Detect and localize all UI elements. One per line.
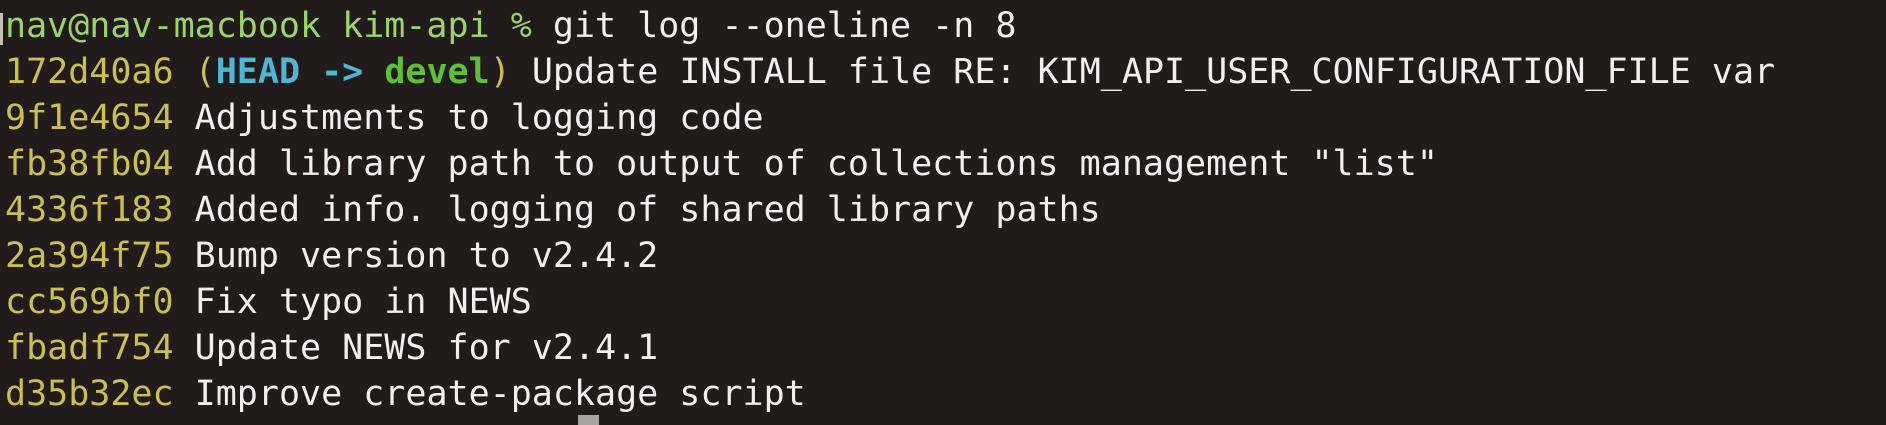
commit-message: Update INSTALL file RE: KIM_API_USER_CON… bbox=[531, 52, 1776, 92]
commit-line-4: 2a394f75 Bump version to v2.4.2 bbox=[5, 233, 1886, 279]
commit-line-0: 172d40a6 (HEAD -> devel) Update INSTALL … bbox=[5, 49, 1886, 95]
branch-ref: devel bbox=[384, 52, 490, 92]
ref-arrow: -> bbox=[321, 52, 364, 92]
commit-hash: fbadf754 bbox=[5, 328, 174, 368]
head-ref: HEAD bbox=[215, 52, 301, 92]
commit-message: Update NEWS for v2.4.1 bbox=[194, 328, 659, 368]
ref-close-paren: ) bbox=[489, 52, 511, 92]
commit-hash: cc569bf0 bbox=[5, 282, 174, 322]
commit-line-1: 9f1e4654 Adjustments to logging code bbox=[5, 95, 1886, 141]
gutter-marker bbox=[0, 13, 3, 45]
commit-message: Improve create-package script bbox=[194, 374, 806, 414]
commit-message: Bump version to v2.4.2 bbox=[194, 236, 659, 276]
commit-line-3: 4336f183 Added info. logging of shared l… bbox=[5, 187, 1886, 233]
commit-line-6: fbadf754 Update NEWS for v2.4.1 bbox=[5, 325, 1886, 371]
terminal-window[interactable]: nav@nav-macbook kim-api % git log --onel… bbox=[0, 3, 1886, 425]
ref-open-paren: ( bbox=[194, 52, 216, 92]
commit-hash: 9f1e4654 bbox=[5, 98, 174, 138]
command-text: git log --oneline -n 8 bbox=[552, 6, 1017, 46]
commit-hash: 2a394f75 bbox=[5, 236, 174, 276]
text-cursor bbox=[578, 415, 599, 425]
commit-message: Add library path to output of collection… bbox=[194, 144, 1438, 184]
commit-message: Fix typo in NEWS bbox=[194, 282, 532, 322]
commit-message: Adjustments to logging code bbox=[194, 98, 764, 138]
commit-hash: 172d40a6 bbox=[5, 52, 174, 92]
commit-message: Added info. logging of shared library pa… bbox=[194, 190, 1101, 230]
commit-hash: fb38fb04 bbox=[5, 144, 174, 184]
commit-line-7: d35b32ec Improve create-package script bbox=[5, 371, 1886, 417]
commit-hash: d35b32ec bbox=[5, 374, 174, 414]
commit-hash: 4336f183 bbox=[5, 190, 174, 230]
commit-line-5: cc569bf0 Fix typo in NEWS bbox=[5, 279, 1886, 325]
commit-line-2: fb38fb04 Add library path to output of c… bbox=[5, 141, 1886, 187]
shell-prompt: nav@nav-macbook kim-api % bbox=[5, 6, 553, 46]
command-line: nav@nav-macbook kim-api % git log --onel… bbox=[5, 3, 1886, 49]
